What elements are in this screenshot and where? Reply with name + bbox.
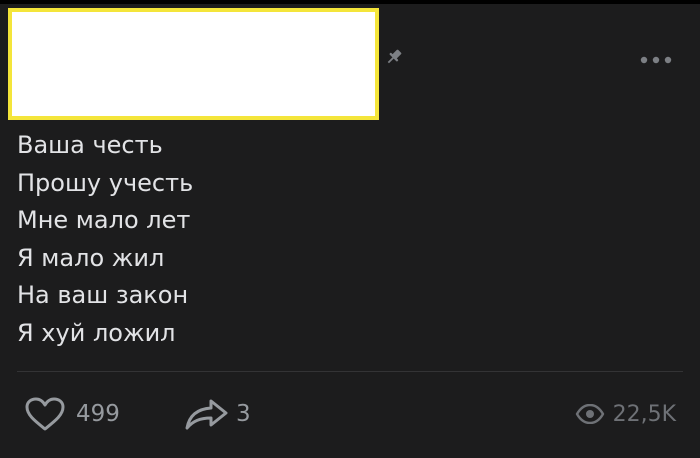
redacted-author-header: [8, 8, 379, 120]
more-options-button[interactable]: [636, 48, 676, 68]
post-text-line: Мне мало лет: [17, 206, 191, 235]
share-button[interactable]: 3: [184, 394, 251, 434]
share-count: 3: [236, 401, 251, 427]
post-text-line: Я мало жил: [17, 243, 165, 272]
views-stat: 22,5K: [575, 394, 676, 434]
like-count: 499: [76, 401, 120, 427]
post-text-line: Ваша честь: [17, 131, 163, 159]
share-arrow-icon: [184, 396, 230, 432]
post-text-line: Прошу учесть: [17, 168, 194, 197]
post-card: Ваша честь Прошу учесть Мне мало лет Я м…: [0, 4, 700, 458]
pin-icon: [384, 47, 404, 67]
post-text-line: На ваш закон: [17, 281, 189, 310]
eye-icon: [575, 404, 605, 424]
heart-icon: [24, 396, 66, 432]
more-horizontal-icon: [640, 49, 672, 68]
post-text-line: Я хуй ложил: [17, 318, 176, 347]
like-button[interactable]: 499: [24, 394, 120, 434]
views-count: 22,5K: [612, 401, 676, 427]
footer-divider: [17, 371, 683, 372]
post-text: Ваша честь Прошу учесть Мне мало лет Я м…: [17, 127, 677, 353]
